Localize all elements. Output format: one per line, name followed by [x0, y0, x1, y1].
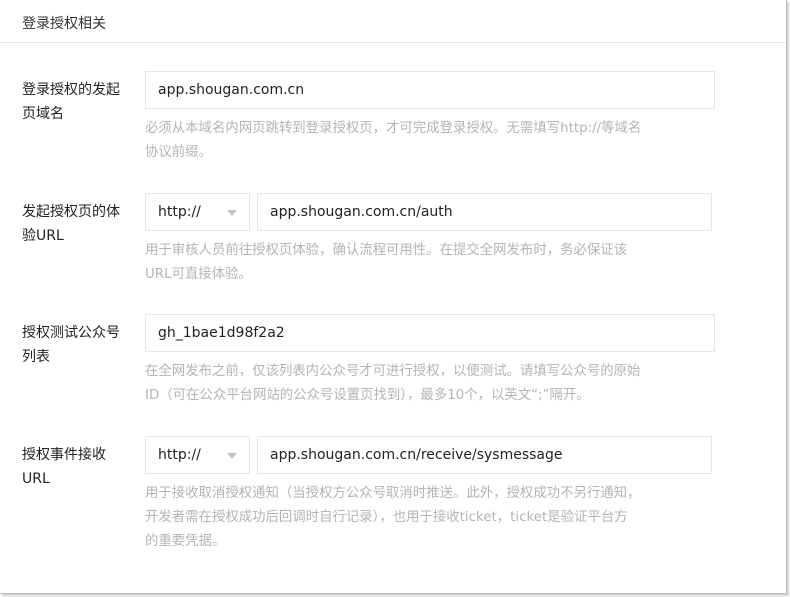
field-label-auth-page-url: 发起授权页的体 验URL [22, 200, 137, 248]
event-url-hint: 用于接收取消授权通知（当授权方公众号取消时推送。此外，授权成功不另行通知， 开发… [145, 482, 725, 554]
settings-panel: 登录授权相关 登录授权的发起 页域名 app.shougan.com.cn 必须… [0, 0, 787, 594]
chevron-down-icon [227, 210, 237, 216]
auth-page-protocol-select[interactable]: http:// [145, 193, 250, 231]
event-url-protocol-select[interactable]: http:// [145, 436, 250, 474]
field-label-line: 验URL [22, 228, 64, 244]
field-label-line: URL [22, 471, 50, 487]
field-label-login-domain: 登录授权的发起 页域名 [22, 78, 137, 126]
field-label-line: 列表 [22, 349, 50, 365]
hint-line: 在全网发布之前，仅该列表内公众号才可进行授权，以便测试。请填写公众号的原始 [145, 364, 641, 379]
section-divider [0, 42, 786, 43]
test-accounts-hint: 在全网发布之前，仅该列表内公众号才可进行授权，以便测试。请填写公众号的原始 ID… [145, 360, 725, 408]
hint-line: URL可直接体验。 [145, 267, 252, 282]
field-label-test-accounts: 授权测试公众号 列表 [22, 321, 137, 369]
chevron-down-icon [227, 453, 237, 459]
auth-page-url-hint: 用于审核人员前往授权页体验，确认流程可用性。在提交全网发布时，务必保证该 URL… [145, 239, 725, 287]
event-url-input[interactable]: app.shougan.com.cn/receive/sysmessage [257, 436, 712, 474]
login-domain-hint: 必须从本域名内网页跳转到登录授权页，才可完成登录授权。无需填写http://等域… [145, 117, 725, 165]
test-accounts-input[interactable]: gh_1bae1d98f2a2 [145, 314, 715, 352]
protocol-value: http:// [158, 447, 201, 463]
field-label-line: 登录授权的发起 [22, 82, 120, 98]
field-label-line: 授权事件接收 [22, 447, 106, 463]
field-label-event-url: 授权事件接收 URL [22, 443, 137, 491]
field-label-line: 页域名 [22, 106, 64, 122]
hint-line: ID（可在公众平台网站的公众号设置页找到），最多10个，以英文“;”隔开。 [145, 388, 590, 403]
section-title: 登录授权相关 [22, 16, 106, 32]
hint-line: 的重要凭据。 [145, 534, 226, 549]
field-label-line: 授权测试公众号 [22, 325, 120, 341]
login-domain-input[interactable]: app.shougan.com.cn [145, 71, 715, 109]
field-label-line: 发起授权页的体 [22, 204, 120, 220]
auth-page-url-input[interactable]: app.shougan.com.cn/auth [257, 193, 712, 231]
hint-line: 用于接收取消授权通知（当授权方公众号取消时推送。此外，授权成功不另行通知， [145, 486, 641, 501]
protocol-value: http:// [158, 204, 201, 220]
hint-line: 必须从本域名内网页跳转到登录授权页，才可完成登录授权。无需填写http://等域… [145, 121, 642, 136]
hint-line: 开发者需在授权成功后回调时自行记录），也用于接收ticket，ticket是验证… [145, 510, 628, 525]
hint-line: 用于审核人员前往授权页体验，确认流程可用性。在提交全网发布时，务必保证该 [145, 243, 628, 258]
hint-line: 协议前缀。 [145, 145, 212, 160]
